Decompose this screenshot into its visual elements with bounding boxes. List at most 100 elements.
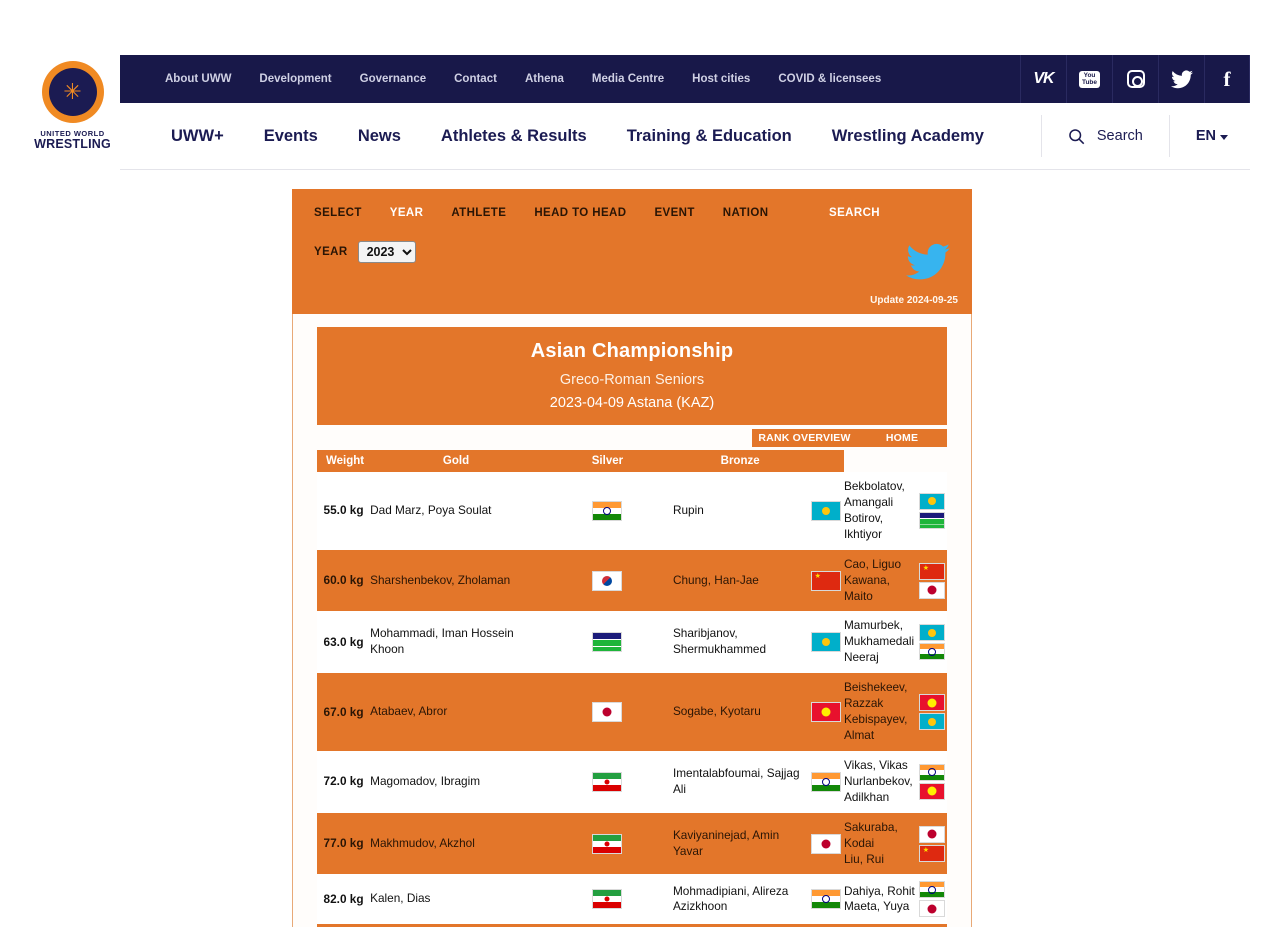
- top-nav-item-contact[interactable]: Contact: [440, 73, 511, 85]
- athlete-name: Mamurbek,: [844, 618, 917, 634]
- athlete-name: Kawana, Maito: [844, 573, 917, 605]
- twitter-share-icon[interactable]: [906, 242, 950, 282]
- cell-bronze-flag-stack: [917, 874, 947, 924]
- nav-item-training-education[interactable]: Training & Education: [607, 127, 812, 146]
- table-row[interactable]: 55.0 kgDad Marz, Poya SoulatRupinBekbola…: [317, 472, 947, 550]
- cell-bronze-flag: [807, 751, 844, 813]
- top-nav-item-about-uww[interactable]: About UWW: [151, 73, 245, 85]
- athlete-name: Botirov, Ikhtiyor: [844, 511, 917, 543]
- panel-tab-event[interactable]: EVENT: [654, 207, 722, 219]
- rank-overview-button[interactable]: RANK OVERVIEW: [752, 429, 857, 447]
- athlete-name: Sakuraba, Kodai: [844, 820, 917, 852]
- cell-weight: 77.0 kg: [317, 813, 370, 875]
- year-select[interactable]: 20232022202120202019: [358, 241, 416, 263]
- panel-tab-head-to-head[interactable]: HEAD TO HEAD: [534, 207, 654, 219]
- cell-gold: Sharshenbekov, Zholaman: [370, 550, 542, 612]
- cell-bronze: Vikas, VikasNurlanbekov, Adilkhan: [844, 751, 917, 813]
- cell-silver-flag: [542, 813, 673, 875]
- flag-icon: [919, 845, 945, 862]
- flag-icon: [919, 826, 945, 843]
- cell-silver-flag: [542, 611, 673, 673]
- home-button[interactable]: HOME: [857, 429, 947, 447]
- athlete-name: Liu, Rui: [844, 852, 917, 868]
- nav-item-uww-plus[interactable]: UWW+: [151, 127, 244, 146]
- cell-bronze-flag-stack: [917, 813, 947, 875]
- cell-silver-flag: [542, 472, 673, 550]
- top-nav-item-development[interactable]: Development: [245, 73, 345, 85]
- cell-weight: 82.0 kg: [317, 874, 370, 924]
- uww-logo[interactable]: ✳ UNITED WORLD WRESTLING: [25, 55, 120, 170]
- athlete-name: Cao, Liguo: [844, 557, 917, 573]
- nav-item-events[interactable]: Events: [244, 127, 338, 146]
- top-nav-item-athena[interactable]: Athena: [511, 73, 578, 85]
- flag-icon: [811, 702, 841, 722]
- top-nav-item-covid-licensees[interactable]: COVID & licensees: [764, 73, 895, 85]
- col-bronze: Bronze: [673, 450, 807, 472]
- panel-tab-nation[interactable]: NATION: [723, 207, 797, 219]
- facebook-icon[interactable]: f: [1204, 55, 1250, 103]
- flag-icon: [919, 881, 945, 898]
- event-title: Asian Championship: [317, 340, 947, 363]
- flag-icon: [919, 493, 945, 510]
- cell-silver: Sharibjanov,Shermukhammed: [673, 611, 807, 673]
- cell-bronze: Cao, LiguoKawana, Maito: [844, 550, 917, 612]
- top-nav-item-host-cities[interactable]: Host cities: [678, 73, 764, 85]
- panel-tab-year[interactable]: YEAR: [390, 207, 452, 219]
- results-table-body: 55.0 kgDad Marz, Poya SoulatRupinBekbola…: [317, 472, 947, 927]
- search-icon: [1068, 128, 1085, 145]
- content-area: SELECT YEAR ATHLETE HEAD TO HEAD EVENT N…: [292, 189, 972, 927]
- search-panel-tabs: SELECT YEAR ATHLETE HEAD TO HEAD EVENT N…: [314, 207, 950, 219]
- panel-tab-select[interactable]: SELECT: [314, 207, 390, 219]
- language-label: EN: [1196, 128, 1216, 144]
- flag-icon: [592, 889, 622, 909]
- cell-gold: Dad Marz, Poya Soulat: [370, 472, 542, 550]
- athlete-name: Bekbolatov, Amangali: [844, 479, 917, 511]
- cell-weight: 72.0 kg: [317, 751, 370, 813]
- results-table-head: Weight Gold Silver Bronze: [317, 450, 947, 472]
- nav-item-athletes-results[interactable]: Athletes & Results: [421, 127, 607, 146]
- flag-icon: [811, 889, 841, 909]
- year-field-label: YEAR: [314, 246, 348, 258]
- chevron-down-icon: [1220, 135, 1228, 140]
- table-row[interactable]: 77.0 kgMakhmudov, AkzholKaviyaninejad, A…: [317, 813, 947, 875]
- cell-gold: Magomadov, Ibragim: [370, 751, 542, 813]
- table-row[interactable]: 72.0 kgMagomadov, IbragimImentalabfoumai…: [317, 751, 947, 813]
- athlete-name: Mukhamedali: [844, 634, 917, 650]
- athlete-name: Sharshenbekov, Zholaman: [370, 573, 542, 589]
- nav-item-news[interactable]: News: [338, 127, 421, 146]
- flag-icon: [592, 501, 622, 521]
- table-row[interactable]: 63.0 kgMohammadi, Iman HosseinKhoonShari…: [317, 611, 947, 673]
- cell-silver-flag: [542, 673, 673, 751]
- wrestler-icon: ✳: [63, 81, 81, 103]
- panel-search-button[interactable]: SEARCH: [829, 207, 950, 219]
- athlete-name: Dad Marz, Poya Soulat: [370, 503, 542, 519]
- panel-tab-athlete[interactable]: ATHLETE: [451, 207, 534, 219]
- table-row[interactable]: 67.0 kgAtabaev, AbrorSogabe, KyotaruBeis…: [317, 673, 947, 751]
- nav-item-wrestling-academy[interactable]: Wrestling Academy: [812, 127, 1004, 146]
- cell-bronze-flag: [807, 813, 844, 875]
- table-row[interactable]: 60.0 kgSharshenbekov, ZholamanChung, Han…: [317, 550, 947, 612]
- cell-silver-flag: [542, 550, 673, 612]
- athlete-name: Chung, Han-Jae: [673, 573, 807, 589]
- vk-icon[interactable]: VK: [1020, 55, 1066, 103]
- flag-icon: [919, 783, 945, 800]
- flag-icon: [919, 764, 945, 781]
- flag-icon: [592, 834, 622, 854]
- search-panel: SELECT YEAR ATHLETE HEAD TO HEAD EVENT N…: [292, 189, 972, 314]
- flag-icon: [919, 643, 945, 660]
- instagram-icon[interactable]: [1112, 55, 1158, 103]
- col-gold: Gold: [370, 450, 542, 472]
- search-button[interactable]: Search: [1041, 115, 1169, 157]
- language-selector[interactable]: EN: [1169, 115, 1250, 157]
- twitter-icon[interactable]: [1158, 55, 1204, 103]
- cell-bronze-flag: [807, 472, 844, 550]
- results-container: Asian Championship Greco-Roman Seniors 2…: [292, 314, 972, 927]
- top-nav-item-governance[interactable]: Governance: [346, 73, 440, 85]
- athlete-name: Mohammadi, Iman Hossein: [370, 626, 542, 642]
- table-header-row: Weight Gold Silver Bronze: [317, 450, 947, 472]
- youtube-icon[interactable]: You Tube: [1066, 55, 1112, 103]
- table-row[interactable]: 82.0 kgKalen, DiasMohmadipiani, AlirezaA…: [317, 874, 947, 924]
- athlete-name: Neeraj: [844, 650, 917, 666]
- cell-gold: Atabaev, Abror: [370, 673, 542, 751]
- top-nav-item-media-centre[interactable]: Media Centre: [578, 73, 678, 85]
